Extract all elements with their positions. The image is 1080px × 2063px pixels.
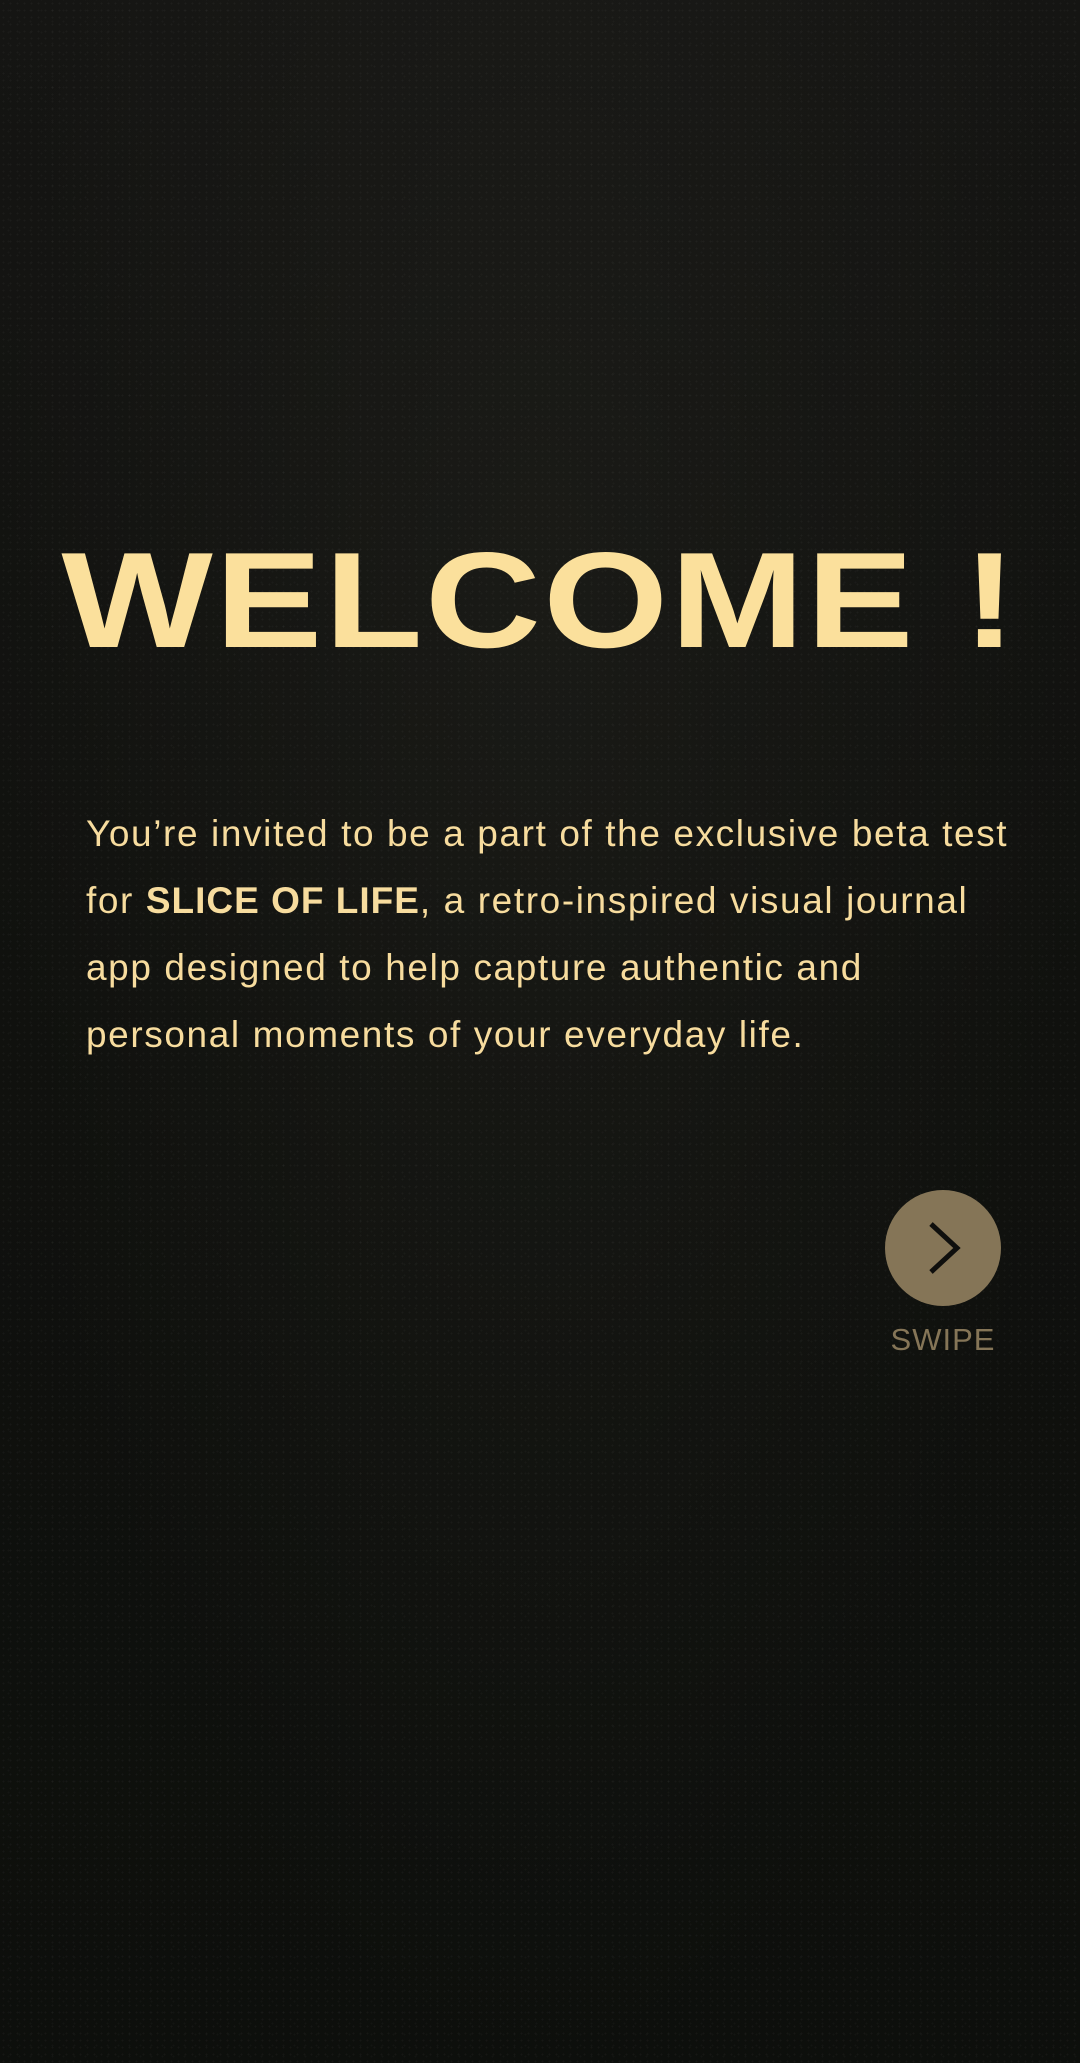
swipe-next-button[interactable] [885, 1190, 1001, 1306]
welcome-screen: WELCOME ! You’re invited to be a part of… [0, 0, 1080, 2063]
welcome-title: WELCOME ! [61, 524, 1019, 676]
app-name: SLICE OF LIFE [145, 880, 420, 921]
chevron-right-icon [929, 1222, 961, 1274]
swipe-label: SWIPE [890, 1322, 996, 1357]
intro-paragraph: You’re invited to be a part of the exclu… [86, 800, 1016, 1068]
